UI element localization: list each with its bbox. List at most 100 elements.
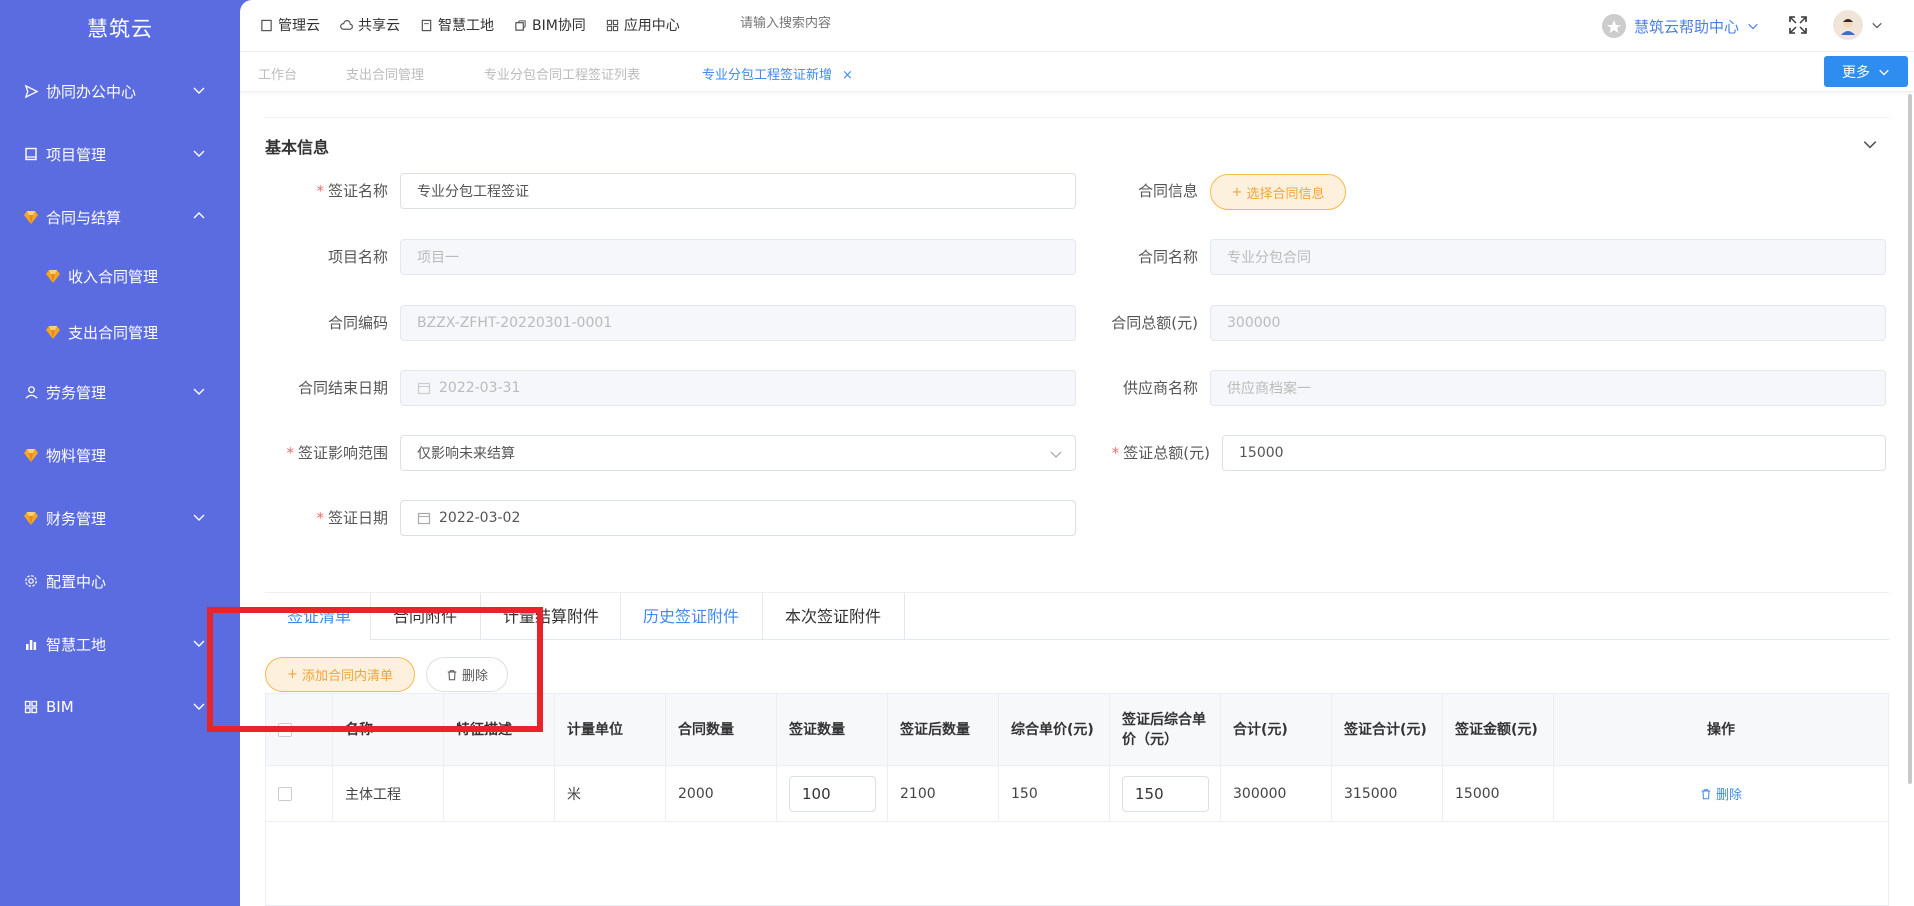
sidebar-item-project[interactable]: 项目管理 (0, 134, 240, 174)
contract-info-label: 合同信息 (1137, 182, 1198, 200)
contract-name-field: 专业分包合同 (1210, 239, 1886, 275)
gem-icon (22, 509, 40, 527)
vertical-scrollbar[interactable] (1908, 94, 1912, 784)
gem-icon (44, 267, 62, 285)
topnav-item-smart-site[interactable]: 智慧工地 (420, 15, 494, 35)
topnav-label: 共享云 (358, 18, 400, 34)
cell-visa-qty (777, 766, 888, 821)
sidebar-item-collab-office[interactable]: 协同办公中心 (0, 71, 240, 111)
topnav-item-share-cloud[interactable]: 共享云 (340, 15, 400, 35)
sidebar-item-labor[interactable]: 劳务管理 (0, 372, 240, 412)
contract-end-label: 合同结束日期 (297, 379, 388, 397)
user-icon (22, 383, 40, 401)
grid-icon (606, 19, 618, 31)
sidebar-item-income-contract[interactable]: 收入合同管理 (0, 256, 240, 296)
chevron-up-icon (193, 212, 205, 219)
select-contract-label: 选择合同信息 (1246, 186, 1325, 202)
header-unit-price: 综合单价(元) (999, 694, 1110, 765)
tab-contract-attachments[interactable]: 合同附件 (371, 593, 481, 640)
plus-icon: + (287, 667, 298, 682)
visa-date-field[interactable]: 2022-03-02 (400, 500, 1076, 536)
visa-scope-select[interactable]: 仅影响未来结算 (400, 435, 1076, 471)
select-contract-button[interactable]: + 选择合同信息 (1210, 174, 1346, 210)
tab-expense-contract[interactable]: 支出合同管理 (346, 64, 424, 83)
tab-current-attachments[interactable]: 本次签证附件 (763, 593, 905, 640)
add-label: 添加合同内清单 (301, 669, 393, 684)
sidebar-item-contract-settlement[interactable]: 合同与结算 (0, 197, 240, 237)
sidebar-item-label: 配置中心 (46, 572, 107, 591)
chevron-down-icon (193, 703, 205, 710)
visa-name-input[interactable] (417, 183, 1059, 199)
book-icon (261, 19, 272, 31)
sidebar-item-bim[interactable]: BIM (0, 687, 240, 727)
tab-workbench[interactable]: 工作台 (258, 64, 297, 83)
tab-measure-attachments[interactable]: 计量结算附件 (481, 593, 621, 640)
visa-name-field[interactable] (400, 173, 1076, 209)
topnav-label: 应用中心 (623, 18, 680, 34)
top-bar: 管理云 共享云 智慧工地 BIM协同 应用中心 慧筑云帮助中心 (240, 0, 1914, 52)
table-row: 主体工程 米 2000 2100 150 300000 315000 15000… (266, 766, 1888, 822)
chevron-down-icon (1879, 69, 1889, 76)
visa-scope-label: * 签证影响范围 (286, 444, 388, 462)
row-checkbox[interactable] (278, 786, 292, 801)
send-icon (22, 82, 40, 100)
table-header: 名称 特征描述 计量单位 合同数量 签证数量 签证后数量 综合单价(元) 签证后… (266, 694, 1888, 766)
sidebar-item-expense-contract[interactable]: 支出合同管理 (0, 312, 240, 352)
sidebar-item-label: 劳务管理 (46, 383, 107, 402)
delete-button[interactable]: 删除 (426, 657, 508, 692)
sidebar-item-material[interactable]: 物料管理 (0, 435, 240, 475)
visa-qty-input[interactable] (789, 775, 876, 812)
calendar-icon (417, 512, 431, 525)
user-menu[interactable] (1833, 10, 1883, 40)
chevron-down-icon (193, 640, 205, 647)
topnav-item-bim[interactable]: BIM协同 (514, 15, 586, 35)
cell-visa-total: 315000 (1332, 766, 1443, 821)
chevron-down-icon (1872, 22, 1882, 29)
section-divider (265, 117, 1889, 118)
visa-total-input[interactable] (1239, 445, 1869, 461)
cell-after-unit-price (1110, 766, 1221, 821)
section-title: 基本信息 (265, 138, 330, 157)
visa-total-field[interactable] (1222, 435, 1886, 471)
sidebar-item-finance[interactable]: 财务管理 (0, 498, 240, 538)
chevron-down-icon[interactable] (1862, 136, 1878, 152)
chevron-down-icon (1050, 451, 1062, 458)
topnav-item-app-center[interactable]: 应用中心 (606, 15, 680, 35)
row-delete-link[interactable]: 删除 (1700, 784, 1742, 803)
bar-chart-icon (22, 635, 40, 653)
visa-scope-value: 仅影响未来结算 (417, 446, 515, 462)
delete-label: 删除 (461, 669, 488, 684)
gem-icon (22, 446, 40, 464)
document-icon (421, 19, 432, 31)
search-input[interactable] (740, 16, 940, 31)
sidebar-item-smart-site[interactable]: 智慧工地 (0, 624, 240, 664)
header-after-unit-price: 签证后综合单价（元） (1110, 694, 1221, 765)
header-name: 名称 (333, 694, 444, 765)
after-unit-price-input[interactable] (1122, 775, 1209, 812)
visa-date-label: * 签证日期 (316, 509, 388, 527)
select-all-checkbox[interactable] (278, 722, 292, 737)
contract-total-field: 300000 (1210, 305, 1886, 341)
help-center-link[interactable]: 慧筑云帮助中心 (1602, 14, 1759, 38)
project-name-field: 项目一 (400, 239, 1076, 275)
contract-end-field: 2022-03-31 (400, 370, 1076, 406)
calendar-icon (417, 382, 431, 395)
cell-contract-qty: 2000 (666, 766, 777, 821)
topnav-item-management-cloud[interactable]: 管理云 (260, 15, 320, 35)
fullscreen-icon[interactable] (1788, 15, 1808, 35)
tab-visa-list-detail[interactable]: 签证清单 (265, 593, 371, 640)
brand-logo: 慧筑云 (87, 17, 153, 41)
add-contract-item-button[interactable]: + 添加合同内清单 (265, 657, 415, 692)
more-button[interactable]: 更多 (1824, 56, 1908, 87)
tab-history-attachments[interactable]: 历史签证附件 (621, 593, 763, 640)
visa-name-label: * 签证名称 (316, 182, 388, 200)
more-label: 更多 (1842, 64, 1870, 81)
close-icon[interactable]: × (842, 68, 853, 83)
sidebar-item-label: 协同办公中心 (46, 82, 137, 101)
tab-visa-list[interactable]: 专业分包合同工程签证列表 (484, 64, 640, 83)
sidebar: 慧筑云 协同办公中心 项目管理 合同与结算 收入合同管理 支出合同管理 劳务管理… (0, 0, 240, 906)
cell-name: 主体工程 (333, 766, 444, 821)
header-checkbox-cell (266, 694, 333, 765)
tab-visa-add[interactable]: 专业分包工程签证新增 × (702, 64, 853, 83)
sidebar-item-config[interactable]: 配置中心 (0, 561, 240, 601)
